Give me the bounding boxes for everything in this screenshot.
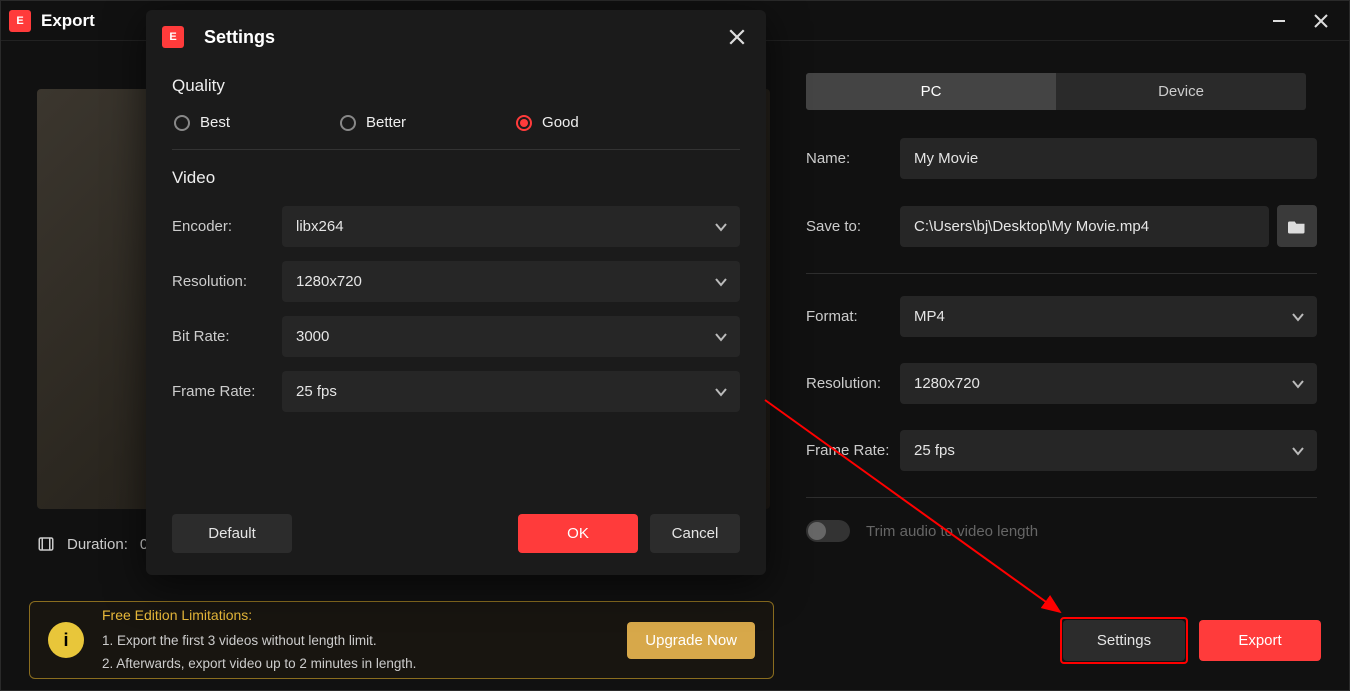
radio-good-label: Good xyxy=(542,114,579,131)
default-button[interactable]: Default xyxy=(172,514,292,553)
cancel-button[interactable]: Cancel xyxy=(650,514,740,553)
limitations-text: Free Edition Limitations: 1. Export the … xyxy=(102,604,609,676)
window-buttons xyxy=(1267,9,1341,33)
radio-best-label: Best xyxy=(200,114,230,131)
modal-close-button[interactable] xyxy=(724,24,750,50)
modal-footer: Default OK Cancel xyxy=(146,498,766,575)
output-tabs: PC Device xyxy=(806,73,1306,110)
export-button[interactable]: Export xyxy=(1199,620,1321,661)
radio-good[interactable]: Good xyxy=(516,114,579,131)
ok-button[interactable]: OK xyxy=(518,514,638,553)
minimize-button[interactable] xyxy=(1267,9,1291,33)
settings-modal: E Settings Quality Best Better Good Vide… xyxy=(146,10,766,575)
divider xyxy=(172,149,740,150)
film-icon xyxy=(37,535,55,553)
radio-better[interactable]: Better xyxy=(340,114,406,131)
name-label: Name: xyxy=(806,150,900,167)
settings-button[interactable]: Settings xyxy=(1063,620,1185,661)
bottom-bar: i Free Edition Limitations: 1. Export th… xyxy=(1,590,1349,690)
bitrate-select[interactable]: 3000 xyxy=(282,316,740,357)
name-input[interactable] xyxy=(900,138,1317,179)
quality-radio-group: Best Better Good xyxy=(172,114,740,131)
trim-audio-label: Trim audio to video length xyxy=(866,523,1038,540)
browse-button[interactable] xyxy=(1277,205,1317,247)
modal-titlebar: E Settings xyxy=(146,10,766,64)
quality-section-title: Quality xyxy=(172,76,740,96)
tab-device[interactable]: Device xyxy=(1056,73,1306,110)
saveto-label: Save to: xyxy=(806,218,900,235)
trim-audio-toggle[interactable] xyxy=(806,520,850,542)
format-select[interactable]: MP4 xyxy=(900,296,1317,337)
encoder-select[interactable]: libx264 xyxy=(282,206,740,247)
limitations-line2: 2. Afterwards, export video up to 2 minu… xyxy=(102,656,416,671)
video-section-title: Video xyxy=(172,168,740,188)
modal-resolution-select[interactable]: 1280x720 xyxy=(282,261,740,302)
info-icon: i xyxy=(48,622,84,658)
divider xyxy=(806,497,1317,498)
export-form: PC Device Name: Save to: Format: MP4 xyxy=(806,41,1349,590)
framerate-label: Frame Rate: xyxy=(806,442,900,459)
limitations-banner: i Free Edition Limitations: 1. Export th… xyxy=(29,601,774,679)
bottom-actions: Settings Export xyxy=(1063,620,1321,661)
resolution-label: Resolution: xyxy=(806,375,900,392)
close-button[interactable] xyxy=(1309,9,1333,33)
limitations-line1: 1. Export the first 3 videos without len… xyxy=(102,633,377,648)
radio-best[interactable]: Best xyxy=(174,114,230,131)
duration-label: Duration: xyxy=(67,536,128,553)
folder-icon xyxy=(1288,218,1306,234)
encoder-label: Encoder: xyxy=(172,218,282,235)
bitrate-label: Bit Rate: xyxy=(172,328,282,345)
saveto-input[interactable] xyxy=(900,206,1269,247)
radio-better-label: Better xyxy=(366,114,406,131)
upgrade-button[interactable]: Upgrade Now xyxy=(627,622,755,659)
app-icon: E xyxy=(9,10,31,32)
modal-body: Quality Best Better Good Video Encoder: … xyxy=(146,64,766,498)
app-icon: E xyxy=(162,26,184,48)
modal-resolution-label: Resolution: xyxy=(172,273,282,290)
format-label: Format: xyxy=(806,308,900,325)
limitations-title: Free Edition Limitations: xyxy=(102,604,609,628)
modal-framerate-select[interactable]: 25 fps xyxy=(282,371,740,412)
resolution-select[interactable]: 1280x720 xyxy=(900,363,1317,404)
tab-pc[interactable]: PC xyxy=(806,73,1056,110)
modal-framerate-label: Frame Rate: xyxy=(172,383,282,400)
modal-title: Settings xyxy=(204,27,714,48)
framerate-select[interactable]: 25 fps xyxy=(900,430,1317,471)
close-icon xyxy=(728,28,746,46)
divider xyxy=(806,273,1317,274)
